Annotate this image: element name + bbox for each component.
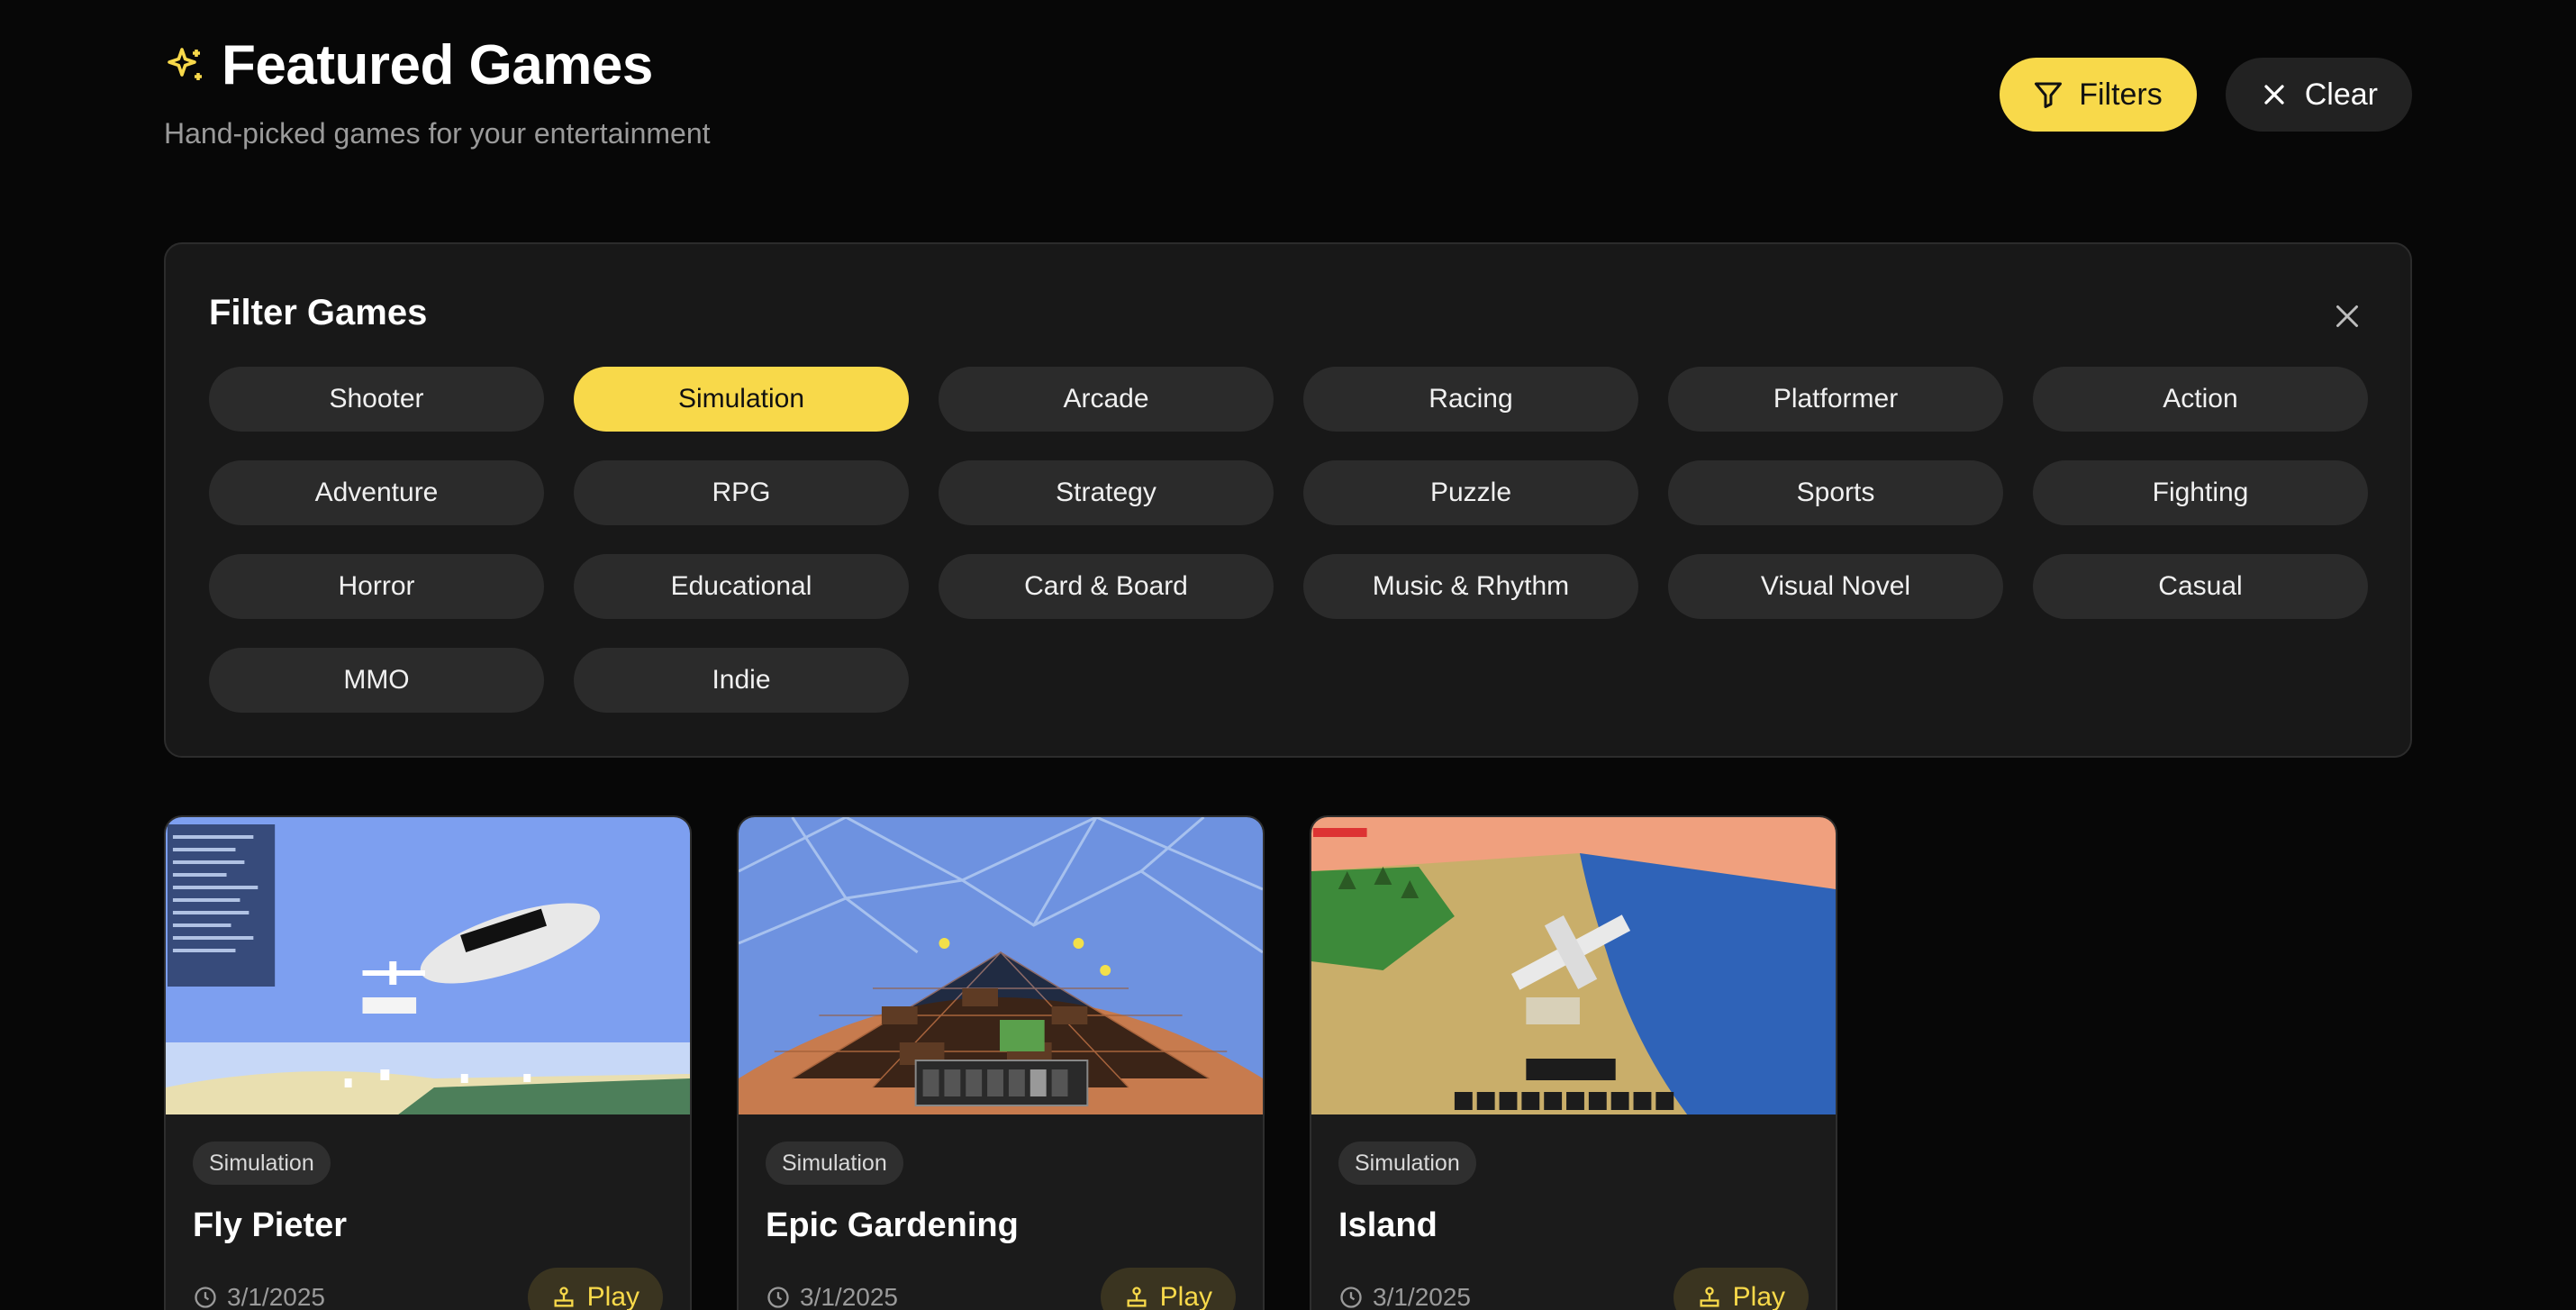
category-chip-indie[interactable]: Indie [574, 648, 909, 713]
category-chip-platformer[interactable]: Platformer [1668, 367, 2003, 432]
release-date-text: 3/1/2025 [1373, 1283, 1471, 1310]
clock-icon [1340, 1287, 1362, 1308]
category-chip-strategy[interactable]: Strategy [939, 460, 1274, 525]
category-badge: Simulation [766, 1142, 903, 1185]
category-chip-arcade[interactable]: Arcade [939, 367, 1274, 432]
category-badge: Simulation [1338, 1142, 1476, 1185]
card-body: Simulation Island [1338, 1142, 1809, 1245]
game-title: Fly Pieter [193, 1206, 348, 1244]
release-date-text: 3/1/2025 [800, 1283, 898, 1310]
category-chip-educational[interactable]: Educational [574, 554, 909, 619]
page: Featured Games Hand-picked games for you… [0, 0, 2576, 1310]
category-chip-mmo[interactable]: MMO [209, 648, 544, 713]
game-card[interactable]: Simulation Fly Pieter 3/1/2025 Play [164, 815, 692, 1310]
release-date: 3/1/2025 [193, 1283, 325, 1310]
header-actions: Filters Clear [2000, 58, 2412, 132]
joystick-icon [554, 1287, 574, 1307]
joystick-icon [1127, 1287, 1147, 1307]
clear-button[interactable]: Clear [2225, 58, 2412, 132]
filters-button[interactable]: Filters [2000, 58, 2197, 132]
play-button[interactable]: Play [1100, 1268, 1236, 1310]
filter-panel-title: Filter Games [209, 293, 428, 332]
release-date: 3/1/2025 [766, 1283, 898, 1310]
play-button[interactable]: Play [1673, 1268, 1809, 1310]
game-card[interactable]: Simulation Island 3/1/2025 Play [1310, 815, 1837, 1310]
release-date-text: 3/1/2025 [227, 1283, 325, 1310]
card-body: Simulation Epic Gardening [766, 1142, 1236, 1245]
game-cards: Simulation Fly Pieter 3/1/2025 Play Simu… [164, 815, 1837, 1310]
play-button-label: Play [1732, 1282, 1785, 1310]
category-chip-shooter[interactable]: Shooter [209, 367, 544, 432]
game-title: Island [1338, 1206, 1438, 1244]
game-thumbnail[interactable] [739, 817, 1263, 1114]
category-chip-horror[interactable]: Horror [209, 554, 544, 619]
card-footer: 3/1/2025 Play [193, 1268, 663, 1310]
filter-icon [2035, 82, 2063, 108]
play-button-label: Play [1159, 1282, 1212, 1310]
card-footer: 3/1/2025 Play [766, 1268, 1236, 1310]
category-chip-visual-novel[interactable]: Visual Novel [1668, 554, 2003, 619]
close-icon[interactable] [2331, 300, 2363, 332]
category-chip-adventure[interactable]: Adventure [209, 460, 544, 525]
category-chip-puzzle[interactable]: Puzzle [1303, 460, 1638, 525]
play-button[interactable]: Play [527, 1268, 663, 1310]
filter-panel: Filter Games Shooter Simulation Arcade Raci… [164, 242, 2412, 758]
play-button-label: Play [586, 1282, 639, 1310]
category-chip-rpg[interactable]: RPG [574, 460, 909, 525]
joystick-icon [1700, 1287, 1719, 1307]
card-footer: 3/1/2025 Play [1338, 1268, 1809, 1310]
category-chip-racing[interactable]: Racing [1303, 367, 1638, 432]
category-chip-action[interactable]: Action [2033, 367, 2368, 432]
category-chip-fighting[interactable]: Fighting [2033, 460, 2368, 525]
card-body: Simulation Fly Pieter [193, 1142, 663, 1245]
header: Featured Games Hand-picked games for you… [164, 32, 2412, 159]
category-badge: Simulation [193, 1142, 331, 1185]
page-title: Featured Games [222, 34, 653, 96]
filters-button-label: Filters [2079, 77, 2163, 112]
x-icon [2264, 85, 2284, 105]
game-title: Epic Gardening [766, 1206, 1019, 1244]
clock-icon [767, 1287, 789, 1308]
category-chip-card-board[interactable]: Card & Board [939, 554, 1274, 619]
clock-icon [195, 1287, 216, 1308]
category-chip-music-rhythm[interactable]: Music & Rhythm [1303, 554, 1638, 619]
category-chips: Shooter Simulation Arcade Racing Platformer A… [209, 367, 2371, 713]
clear-button-label: Clear [2304, 77, 2378, 112]
game-card[interactable]: Simulation Epic Gardening 3/1/2025 Play [737, 815, 1265, 1310]
category-chip-sports[interactable]: Sports [1668, 460, 2003, 525]
category-chip-simulation[interactable]: Simulation [574, 367, 909, 432]
game-thumbnail[interactable] [1311, 817, 1836, 1114]
category-chip-casual[interactable]: Casual [2033, 554, 2368, 619]
game-thumbnail[interactable] [166, 817, 690, 1114]
release-date: 3/1/2025 [1338, 1283, 1471, 1310]
sparkles-icon [168, 48, 202, 80]
